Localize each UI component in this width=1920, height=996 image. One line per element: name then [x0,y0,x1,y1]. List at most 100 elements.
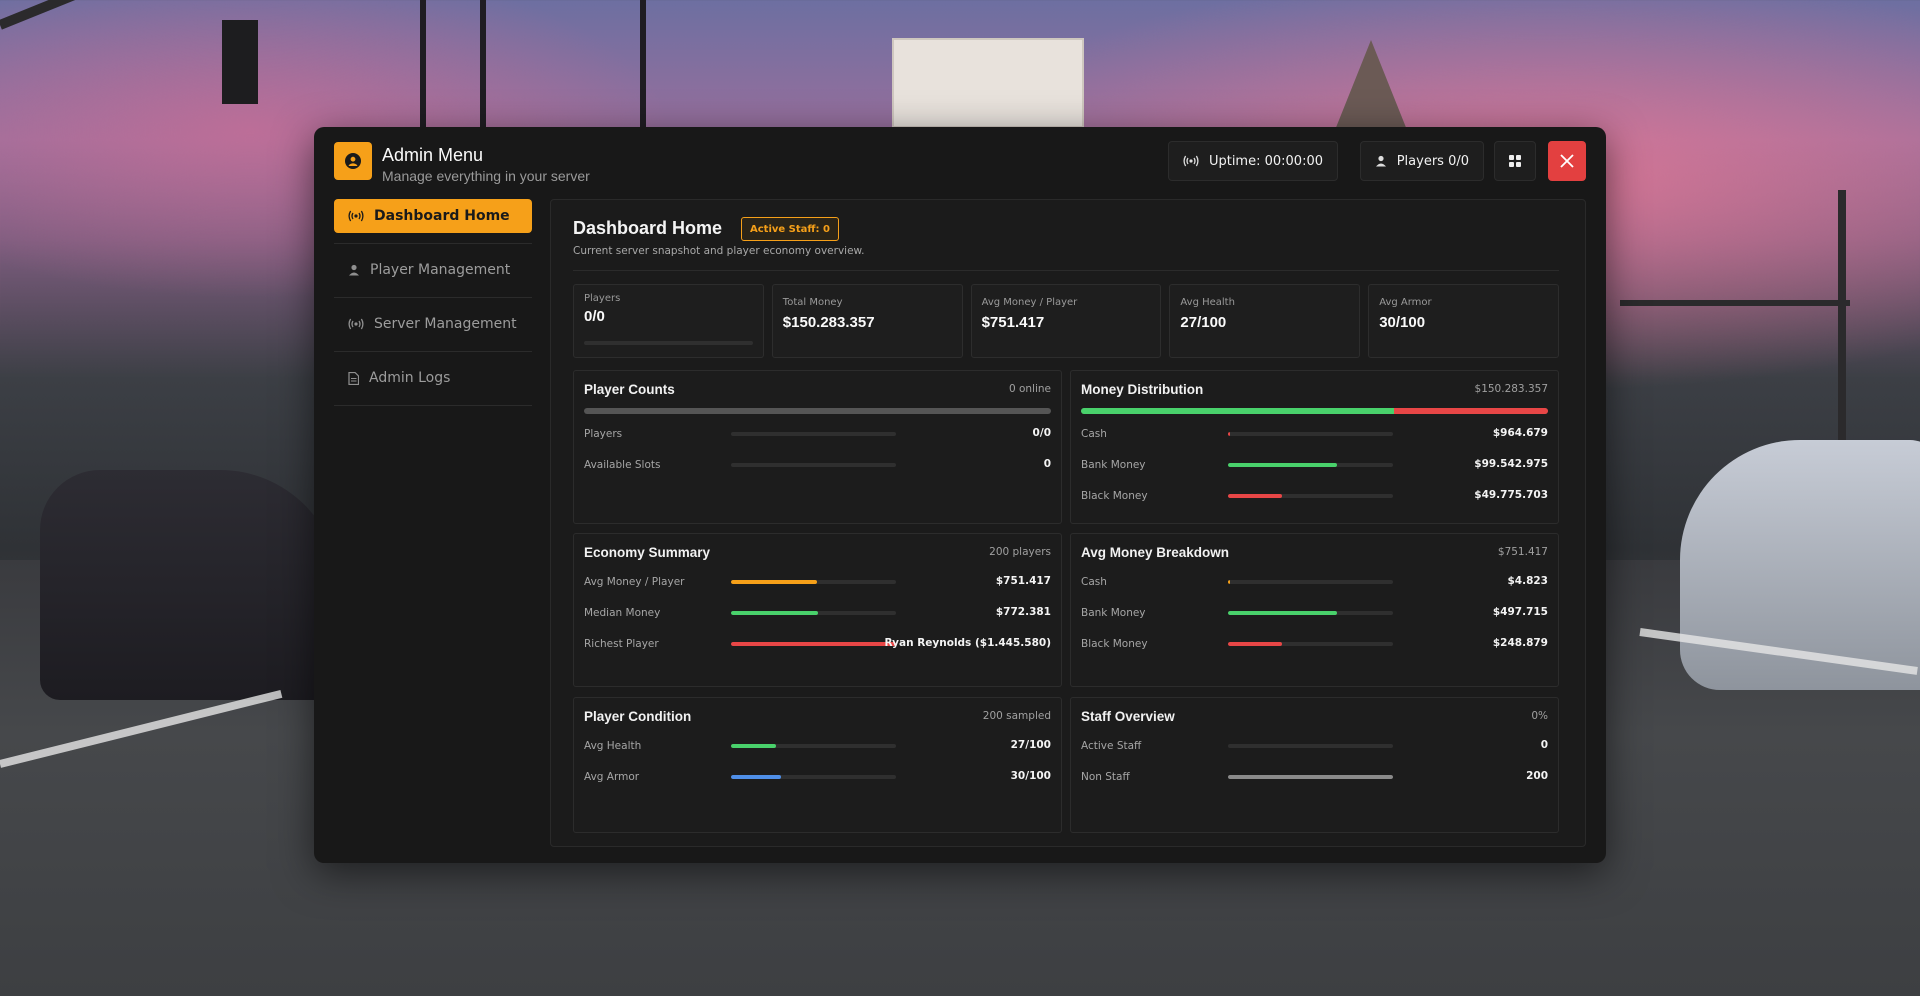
metric-bar [1228,611,1393,615]
sidebar-item-dashboard-home[interactable]: Dashboard Home [334,199,532,244]
metric-row: Available Slots 0 [584,457,1051,473]
stat-label: Avg Health [1180,297,1235,308]
close-button[interactable] [1548,141,1586,181]
card-meta: 0% [1531,710,1548,722]
metric-bar [1228,775,1393,779]
metric-value: 27/100 [1010,739,1051,751]
metric-label: Avg Health [584,740,642,752]
divider [573,270,1559,271]
sidebar-item-label: Player Management [370,262,511,278]
stat-card-players: Players 0/0 [573,284,764,358]
metric-row: Avg Armor 30/100 [584,769,1051,785]
metric-bar-fill [731,775,781,779]
players-indicator[interactable]: Players 0/0 [1359,141,1484,181]
metric-bar [1228,432,1393,436]
metric-row: Avg Money / Player $751.417 [584,574,1051,590]
card-meta: $150.283.357 [1474,383,1548,395]
card-meta: 0 online [1008,383,1051,395]
metric-row: Non Staff 200 [1081,769,1548,785]
metric-bar [731,463,896,467]
metric-label: Non Staff [1081,771,1130,783]
metric-value: $49.775.703 [1474,489,1548,501]
players-label: Players 0/0 [1396,153,1469,169]
user-icon [348,264,360,276]
metric-value: 0/0 [1032,427,1051,439]
metric-label: Black Money [1081,638,1148,650]
metric-row: Median Money $772.381 [584,605,1051,621]
metric-label: Available Slots [584,459,661,471]
metric-label: Median Money [584,607,661,619]
metric-value: 0 [1043,458,1051,470]
app-title: Admin Menu [382,145,484,165]
metric-label: Bank Money [1081,607,1146,619]
metric-bar [731,580,896,584]
tower-roof [1335,40,1407,130]
metric-value: $248.879 [1492,637,1548,649]
card-avg-money-breakdown: Avg Money Breakdown $751.417 Cash $4.823 B… [1070,533,1559,687]
card-title: Avg Money Breakdown [1081,545,1230,560]
metric-label: Cash [1081,428,1107,440]
metric-bar-fill [731,611,819,615]
metric-row: Cash $4.823 [1081,574,1548,590]
card-money-distribution: Money Distribution $150.283.357 Cash $964… [1070,370,1559,524]
metric-label: Richest Player [584,638,659,650]
metric-value: $751.417 [995,575,1051,587]
document-icon [348,371,359,385]
grid-icon [1509,155,1521,167]
metric-bar-fill [1228,580,1230,584]
sidebar-item-admin-logs[interactable]: Admin Logs [334,361,532,406]
broadcast-icon [1183,155,1199,167]
metric-row: Bank Money $99.542.975 [1081,457,1548,473]
sidebar-item-server-management[interactable]: Server Management [334,307,532,352]
players-progress-bar [584,341,753,345]
metric-label: Avg Money / Player [584,576,685,588]
card-meta: 200 players [989,546,1051,558]
metric-row: Active Staff 0 [1081,738,1548,754]
metric-bar [1228,580,1393,584]
card-title: Economy Summary [584,545,711,560]
sidebar-item-player-management[interactable]: Player Management [334,253,532,298]
metric-bar [731,611,896,615]
stat-value: $751.417 [981,314,1045,331]
street-pole-arm [1620,300,1850,306]
grid-view-button[interactable] [1494,141,1536,181]
close-icon [1560,154,1574,168]
metric-label: Players [584,428,623,440]
metric-bar [1228,494,1393,498]
page-description: Current server snapshot and player econo… [573,245,865,257]
stat-card-avg-health: Avg Health 27/100 [1169,284,1361,358]
stat-value: 30/100 [1379,314,1426,331]
app-subtitle: Manage everything in your server [382,168,590,184]
metric-row: Avg Health 27/100 [584,738,1051,754]
sidebar-item-label: Server Management [374,316,517,332]
metric-bar-fill [731,580,817,584]
window-header: Admin Menu Manage everything in your ser… [334,141,1586,185]
broadcast-icon [348,210,364,222]
metric-value: $497.715 [1492,606,1548,618]
stat-card-avg-money: Avg Money / Player $751.417 [970,284,1162,358]
money-split-black [1393,408,1548,414]
card-meta: 200 sampled [982,710,1051,722]
street-pole [1838,190,1846,610]
card-title: Staff Overview [1081,709,1175,724]
metric-bar [731,775,896,779]
card-title: Money Distribution [1081,382,1204,397]
shield-user-icon [334,142,372,180]
uptime-indicator[interactable]: Uptime: 00:00:00 [1167,141,1338,181]
stat-label: Total Money [782,297,843,308]
stat-value: $150.283.357 [782,314,875,331]
palm-tree [420,0,426,140]
metric-row: Players 0/0 [584,426,1051,442]
stat-label: Avg Armor [1379,297,1432,308]
metric-label: Cash [1081,576,1107,588]
metric-value: 30/100 [1010,770,1051,782]
car-left [40,470,340,700]
metric-value: 200 [1526,770,1548,782]
billboard [892,38,1084,128]
page-title: Dashboard Home [573,218,723,238]
card-title: Player Condition [584,709,692,724]
metric-row: Black Money $248.879 [1081,636,1548,652]
metric-label: Avg Armor [584,771,640,783]
broadcast-icon [348,318,364,330]
metric-bar [731,744,896,748]
